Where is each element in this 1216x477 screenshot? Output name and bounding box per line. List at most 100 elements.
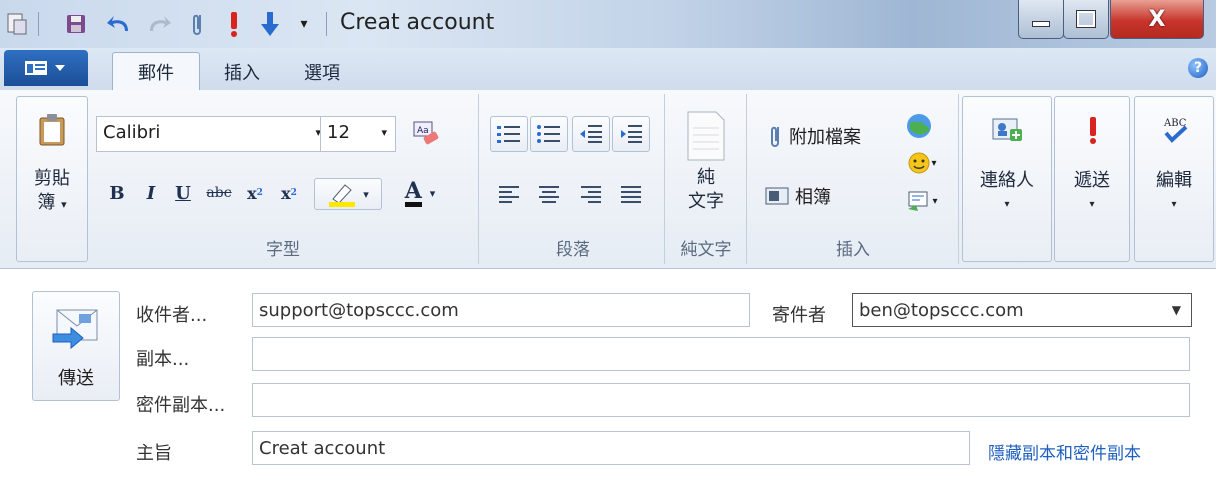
- superscript-button[interactable]: x2: [274, 178, 304, 208]
- contacts-label: 連絡人: [980, 170, 1034, 191]
- cc-button[interactable]: 副本...: [136, 345, 189, 371]
- spelling-icon: ABC: [1153, 107, 1197, 153]
- align-right-button[interactable]: [572, 176, 610, 212]
- signature-button[interactable]: ▾: [898, 184, 946, 218]
- align-left-button[interactable]: [490, 176, 528, 212]
- attach-file-button[interactable]: 附加檔案: [768, 118, 900, 154]
- align-center-button[interactable]: [530, 176, 568, 212]
- chevron-down-icon: ▾: [363, 187, 369, 201]
- title-bar: ▾ Creat account X: [0, 0, 1216, 48]
- edit-button[interactable]: 編輯 ▾: [1135, 169, 1213, 217]
- business-card-button[interactable]: [900, 108, 938, 144]
- undo-icon[interactable]: [104, 8, 134, 40]
- cc-field[interactable]: [252, 337, 1190, 371]
- font-size-select[interactable]: 12 ▾: [320, 116, 396, 152]
- clear-formatting-button[interactable]: Aa: [406, 114, 446, 154]
- strikethrough-button[interactable]: abc: [202, 178, 236, 208]
- tab-options[interactable]: 選項: [292, 54, 352, 90]
- from-select[interactable]: ben@topsccc.com ▼: [852, 293, 1192, 327]
- highlight-color-button[interactable]: ▾: [314, 178, 382, 210]
- app-menu-icon: [25, 61, 65, 75]
- send-label: 傳送: [58, 368, 94, 389]
- numbered-list-icon: [497, 126, 520, 143]
- low-importance-icon[interactable]: [256, 8, 284, 40]
- insert-group: 附加檔案 相簿 ▾ ▾ 插入: [748, 94, 959, 264]
- chevron-down-icon: ▾: [931, 157, 937, 169]
- help-icon[interactable]: ?: [1188, 58, 1208, 78]
- align-right-icon: [581, 186, 601, 203]
- globe-contact-icon: [907, 114, 931, 138]
- chevron-down-icon: ▾: [429, 186, 436, 200]
- tab-mail[interactable]: 郵件: [112, 52, 200, 91]
- chevron-down-icon: ▾: [1089, 199, 1095, 210]
- redo-icon[interactable]: [144, 8, 174, 40]
- chevron-down-icon: ▾: [1004, 199, 1010, 210]
- attach-quick-icon[interactable]: [186, 8, 210, 40]
- subject-field[interactable]: Creat account: [252, 431, 970, 465]
- paste-button[interactable]: 剪貼 簿 ▾: [17, 167, 87, 217]
- numbered-list-button[interactable]: [490, 116, 528, 152]
- emoticon-button[interactable]: ▾: [898, 146, 946, 180]
- attach-file-label: 附加檔案: [789, 127, 861, 148]
- compose-header: 傳送 收件者... support@topsccc.com 寄件者 ben@to…: [0, 269, 1216, 477]
- app-icon[interactable]: [4, 8, 30, 40]
- font-color-button[interactable]: A ▾: [388, 178, 452, 208]
- photo-album-label: 相簿: [795, 187, 831, 208]
- deliver-label: 遞送: [1074, 170, 1110, 191]
- plain-text-page-icon: [680, 106, 732, 166]
- app-menu-button[interactable]: [4, 50, 88, 86]
- bcc-button[interactable]: 密件副本...: [136, 391, 225, 417]
- font-group-label: 字型: [266, 240, 300, 260]
- subscript-button[interactable]: x2: [240, 178, 270, 208]
- to-button[interactable]: 收件者...: [136, 301, 207, 327]
- window-title: Creat account: [340, 10, 495, 35]
- photo-album-icon: [765, 187, 789, 205]
- align-center-icon: [539, 186, 559, 203]
- font-family-value: Calibri: [103, 122, 161, 143]
- high-importance-icon[interactable]: [222, 8, 246, 40]
- signature-icon: [908, 191, 928, 211]
- decrease-indent-icon: [580, 125, 602, 143]
- clipboard-group: 剪貼 簿 ▾: [16, 96, 88, 262]
- clipboard-icon: [27, 105, 77, 155]
- bullet-list-icon: [537, 125, 560, 143]
- font-group: Calibri ▾ 12 ▾ Aa B I U abc x2 x2 ▾ A ▾ …: [88, 94, 479, 264]
- font-family-select[interactable]: Calibri ▾: [96, 116, 330, 152]
- svg-text:Aa: Aa: [417, 126, 429, 136]
- plain-text-button[interactable]: 純 文字: [666, 166, 746, 214]
- bcc-field[interactable]: [252, 383, 1190, 417]
- photo-album-button[interactable]: 相簿: [764, 178, 866, 214]
- close-button[interactable]: X: [1110, 0, 1204, 39]
- close-icon: X: [1148, 6, 1166, 32]
- from-label: 寄件者: [772, 305, 826, 326]
- plain-text-label-line2: 文字: [688, 191, 724, 212]
- chevron-down-icon: ▾: [932, 195, 938, 207]
- customize-qat-dropdown[interactable]: ▾: [294, 8, 314, 40]
- italic-button[interactable]: I: [138, 178, 164, 208]
- contacts-icon: [983, 107, 1031, 153]
- clear-formatting-icon: Aa: [413, 121, 439, 145]
- plain-text-label-line1: 純: [697, 167, 715, 188]
- deliver-button[interactable]: 遞送 ▾: [1055, 169, 1129, 217]
- bold-button[interactable]: B: [104, 178, 130, 208]
- contacts-button[interactable]: 連絡人 ▾: [963, 169, 1051, 217]
- save-icon[interactable]: [62, 8, 90, 40]
- highlighter-icon: [329, 184, 356, 207]
- paste-label-line1: 剪貼: [34, 168, 70, 189]
- hide-cc-bcc-link[interactable]: 隱藏副本和密件副本: [988, 439, 1141, 464]
- bullet-list-button[interactable]: [530, 116, 568, 152]
- minimize-button[interactable]: [1018, 0, 1064, 39]
- underline-button[interactable]: U: [170, 178, 196, 208]
- send-button[interactable]: 傳送: [32, 291, 120, 401]
- ribbon-tab-strip: 郵件 插入 選項 ?: [0, 48, 1216, 91]
- from-value: ben@topsccc.com: [859, 299, 1024, 321]
- decrease-indent-button[interactable]: [572, 116, 610, 152]
- subject-label: 主旨: [136, 443, 172, 464]
- increase-indent-button[interactable]: [612, 116, 650, 152]
- font-color-icon: A: [404, 180, 422, 207]
- tab-insert[interactable]: 插入: [212, 54, 272, 90]
- to-field[interactable]: support@topsccc.com: [252, 293, 750, 327]
- justify-button[interactable]: [612, 176, 650, 212]
- maximize-button[interactable]: [1063, 0, 1109, 39]
- smiley-icon: [908, 152, 930, 174]
